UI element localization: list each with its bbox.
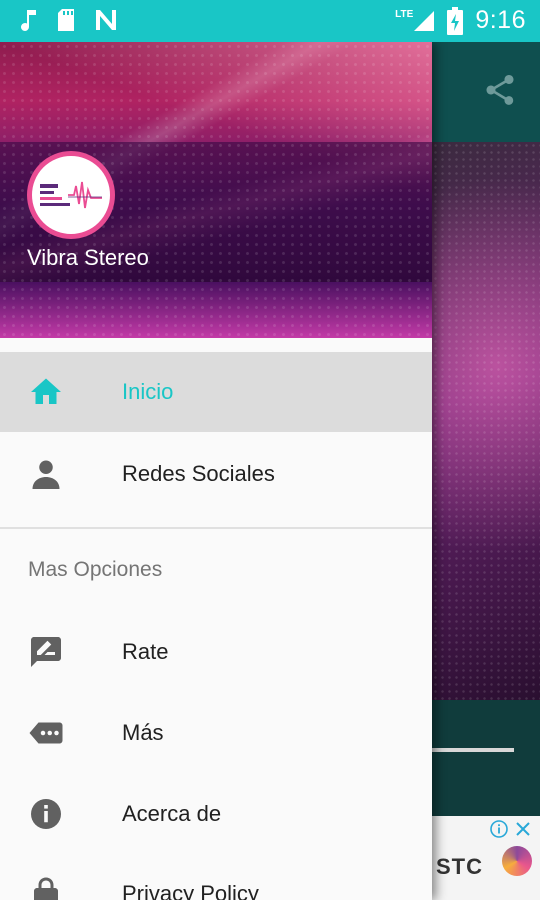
menu-item-label: Privacy Policy <box>122 881 259 900</box>
sd-card-icon <box>58 9 74 31</box>
background-artwork <box>432 142 540 700</box>
info-icon <box>31 799 61 829</box>
menu-item-privacy-policy[interactable]: Privacy Policy <box>0 854 432 900</box>
home-icon <box>31 378 61 404</box>
drawer-header: Vibra Stereo <box>0 42 432 338</box>
menu-item-redes-sociales[interactable]: Redes Sociales <box>0 434 432 514</box>
person-icon <box>32 460 60 489</box>
signal-icon <box>414 10 435 31</box>
seek-bar[interactable] <box>432 748 514 752</box>
status-bar: LTE 9:16 <box>0 0 540 42</box>
divider <box>0 527 432 529</box>
share-icon[interactable] <box>482 72 518 108</box>
ad-banner[interactable]: STC <box>432 816 540 900</box>
menu-item-inicio[interactable]: Inicio <box>0 352 432 432</box>
battery-charging-icon <box>447 6 464 35</box>
menu-item-label: Acerca de <box>122 801 222 826</box>
station-name: Vibra Stereo <box>27 245 149 270</box>
ad-close-icon[interactable] <box>514 820 532 838</box>
menu-item-acerca-de[interactable]: Acerca de <box>0 774 432 854</box>
n-app-icon <box>96 10 116 30</box>
menu-item-rate[interactable]: Rate <box>0 612 432 692</box>
ad-brand: STC <box>436 854 483 879</box>
menu-item-label: Inicio <box>122 379 174 404</box>
menu-item-mas[interactable]: Más <box>0 693 432 773</box>
music-note-icon <box>21 10 36 31</box>
menu-item-label: Redes Sociales <box>122 461 275 486</box>
menu-item-label: Rate <box>122 639 169 664</box>
background-app: STC <box>432 42 540 900</box>
background-player <box>432 700 540 816</box>
clock: 9:16 <box>475 6 526 34</box>
navigation-drawer: Vibra Stereo Inicio Redes Sociales Mas O… <box>0 42 432 900</box>
ad-info-icon[interactable] <box>490 820 508 838</box>
background-toolbar <box>432 42 540 142</box>
ad-logo-swirl <box>502 846 532 876</box>
network-type: LTE <box>395 9 414 20</box>
menu-item-label: Más <box>122 720 164 745</box>
rate-review-icon <box>31 637 61 667</box>
station-logo <box>27 151 115 239</box>
label-more-icon <box>29 722 63 744</box>
section-title: Mas Opciones <box>28 558 163 581</box>
lock-icon <box>34 877 58 900</box>
logo-equalizer-icon <box>40 181 102 209</box>
